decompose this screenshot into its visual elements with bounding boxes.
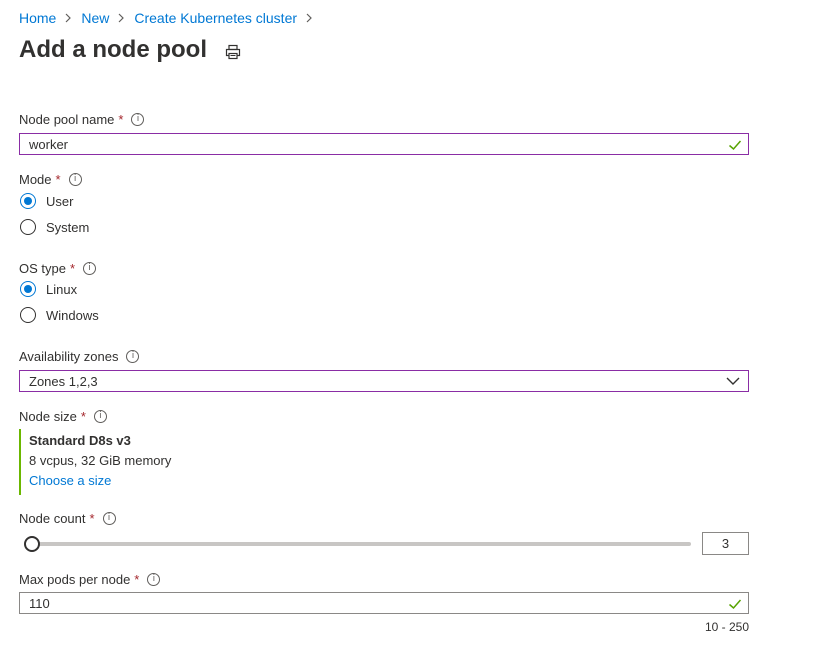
availability-zones-value: Zones 1,2,3 — [29, 373, 98, 389]
node-pool-name-input[interactable]: worker — [19, 133, 749, 155]
node-pool-name-label: Node pool name * i — [19, 112, 145, 127]
required-asterisk: * — [134, 572, 140, 587]
info-icon[interactable]: i — [68, 173, 82, 186]
chevron-right-icon — [65, 13, 72, 23]
chevron-right-icon — [306, 13, 313, 23]
breadcrumb-create-kubernetes-cluster[interactable]: Create Kubernetes cluster — [134, 10, 297, 26]
required-asterisk: * — [118, 112, 124, 127]
info-icon[interactable]: i — [131, 113, 145, 126]
availability-zones-label: Availability zones i — [19, 349, 140, 364]
breadcrumb: Home New Create Kubernetes cluster — [19, 10, 322, 26]
required-asterisk: * — [55, 172, 61, 187]
node-count-value: 3 — [721, 536, 730, 551]
node-pool-name-value: worker — [29, 136, 69, 152]
chevron-right-icon — [118, 13, 125, 23]
choose-size-link[interactable]: Choose a size — [29, 473, 329, 488]
node-count-slider-thumb[interactable] — [24, 536, 40, 552]
required-asterisk: * — [80, 409, 86, 424]
radio-selected-indicator[interactable] — [20, 281, 36, 297]
checkmark-icon — [729, 140, 742, 151]
node-count-input[interactable]: 3 — [702, 532, 749, 555]
checkmark-icon — [729, 599, 742, 610]
info-icon[interactable]: i — [93, 410, 107, 423]
os-type-radio-linux[interactable]: Linux — [20, 281, 77, 297]
max-pods-label: Max pods per node * i — [19, 572, 161, 587]
breadcrumb-new[interactable]: New — [81, 10, 109, 26]
mode-radio-user[interactable]: User — [20, 193, 73, 209]
node-count-label: Node count * i — [19, 511, 116, 526]
print-icon[interactable] — [224, 43, 242, 61]
page-title: Add a node pool — [19, 36, 207, 63]
mode-radio-system[interactable]: System — [20, 219, 89, 235]
info-icon[interactable]: i — [102, 512, 116, 525]
mode-label: Mode * i — [19, 172, 82, 187]
info-icon[interactable]: i — [83, 262, 97, 275]
max-pods-range-hint: 10 - 250 — [704, 620, 749, 634]
node-count-slider-track[interactable] — [26, 542, 691, 546]
radio-indicator[interactable] — [20, 219, 36, 235]
radio-indicator[interactable] — [20, 307, 36, 323]
chevron-down-icon — [726, 377, 740, 385]
node-size-label: Node size * i — [19, 409, 107, 424]
node-size-description: 8 vcpus, 32 GiB memory — [29, 453, 172, 468]
node-size-summary: Standard D8s v3 8 vcpus, 32 GiB memory C… — [19, 429, 329, 495]
os-type-label: OS type * i — [19, 261, 97, 276]
max-pods-input[interactable]: 110 — [19, 592, 749, 614]
breadcrumb-home[interactable]: Home — [19, 10, 56, 26]
node-size-name: Standard D8s v3 — [29, 433, 131, 448]
info-icon[interactable]: i — [126, 350, 140, 363]
os-type-radio-windows[interactable]: Windows — [20, 307, 99, 323]
required-asterisk: * — [89, 511, 95, 526]
max-pods-value: 110 — [29, 595, 50, 611]
info-icon[interactable]: i — [147, 573, 161, 586]
radio-selected-indicator[interactable] — [20, 193, 36, 209]
availability-zones-dropdown[interactable]: Zones 1,2,3 — [19, 370, 749, 392]
required-asterisk: * — [69, 261, 76, 276]
